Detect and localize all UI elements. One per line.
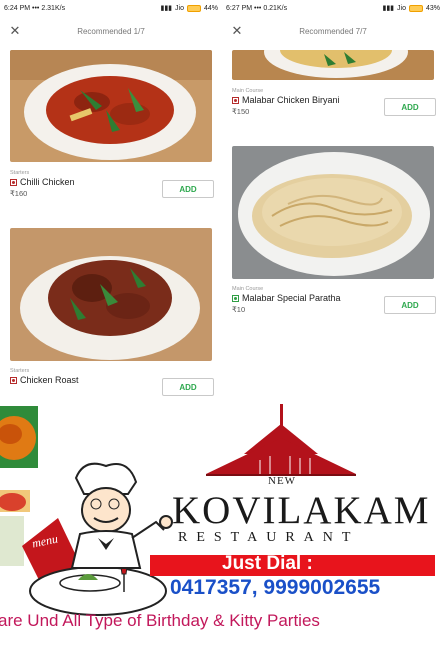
top-bar: ✕ Recommended 1/7 [0, 20, 222, 44]
item-category: Starters [10, 368, 30, 374]
menu-item-malabar-chicken-biryani: Main Course Malabar Chicken Biryani ₹150… [232, 88, 436, 122]
chicken-roast-photo [10, 228, 212, 361]
brand-name: KOVILAKAM [172, 489, 431, 532]
network-speed: ••• 0.21K/s [254, 4, 288, 12]
page-title: Recommended 1/7 [77, 27, 145, 36]
item-name: Malabar Chicken Biryani [242, 95, 340, 105]
battery-icon [408, 4, 423, 12]
paratha-photo [232, 146, 434, 279]
status-bar: 6:24 PM ••• 2.31K/s ▮▮▮ Jio 44% [0, 0, 222, 16]
add-button-chicken-roast[interactable]: ADD [162, 378, 214, 396]
top-bar: ✕ Recommended 7/7 [222, 20, 444, 44]
right-app-screen: 6:27 PM ••• 0.21K/s ▮▮▮ Jio 43% ✕ Recomm… [222, 0, 444, 398]
network-speed: ••• 2.31K/s [32, 4, 66, 12]
menu-item-chicken-roast: Starters Chicken Roast ADD [10, 368, 214, 398]
status-time: 6:27 PM [226, 4, 253, 12]
justdial-label: Just Dial : [222, 553, 313, 574]
non-veg-icon [10, 178, 17, 186]
item-name: Chicken Roast [20, 375, 79, 385]
carrier-label: Jio [397, 4, 406, 12]
item-category: Starters [10, 170, 30, 176]
carrier-label: Jio [175, 4, 184, 12]
biryani-photo [232, 50, 434, 80]
non-veg-icon [10, 376, 17, 384]
non-veg-icon [232, 96, 239, 104]
item-name: Chilli Chicken [20, 177, 75, 187]
add-button-chilli-chicken[interactable]: ADD [162, 180, 214, 198]
item-category: Main Course [232, 88, 264, 94]
add-button-malabar-chicken-biryani[interactable]: ADD [384, 98, 436, 116]
add-button-malabar-special-paratha[interactable]: ADD [384, 296, 436, 314]
item-category: Main Course [232, 286, 264, 292]
chilli-chicken-photo [10, 50, 212, 162]
item-name: Malabar Special Paratha [242, 293, 341, 303]
phone-number: 0417357, 9999002655 [170, 576, 381, 599]
left-app-screen: 6:24 PM ••• 2.31K/s ▮▮▮ Jio 44% ✕ Recomm… [0, 0, 222, 398]
temple-roof-logo [206, 404, 356, 476]
signal-icon: ▮▮▮ [382, 5, 395, 12]
banner-tagline: are Und All Type of Birthday & Kitty Par… [0, 611, 320, 630]
status-time: 6:24 PM [4, 4, 31, 12]
brand-subtitle: RESTAURANT [178, 530, 360, 545]
battery-level: 43% [425, 4, 440, 12]
battery-level: 44% [203, 4, 218, 12]
brand-prefix: NEW [268, 475, 297, 487]
status-bar: 6:27 PM ••• 0.21K/s ▮▮▮ Jio 43% [222, 0, 444, 16]
veg-icon [232, 294, 239, 302]
chef-illustration [70, 462, 173, 569]
menu-item-chilli-chicken: Starters Chilli Chicken ₹160 ADD [10, 170, 214, 204]
signal-icon: ▮▮▮ [160, 5, 173, 12]
battery-icon [186, 4, 201, 12]
menu-item-malabar-special-paratha: Main Course Malabar Special Paratha ₹10 … [232, 286, 436, 320]
page-title: Recommended 7/7 [299, 27, 367, 36]
